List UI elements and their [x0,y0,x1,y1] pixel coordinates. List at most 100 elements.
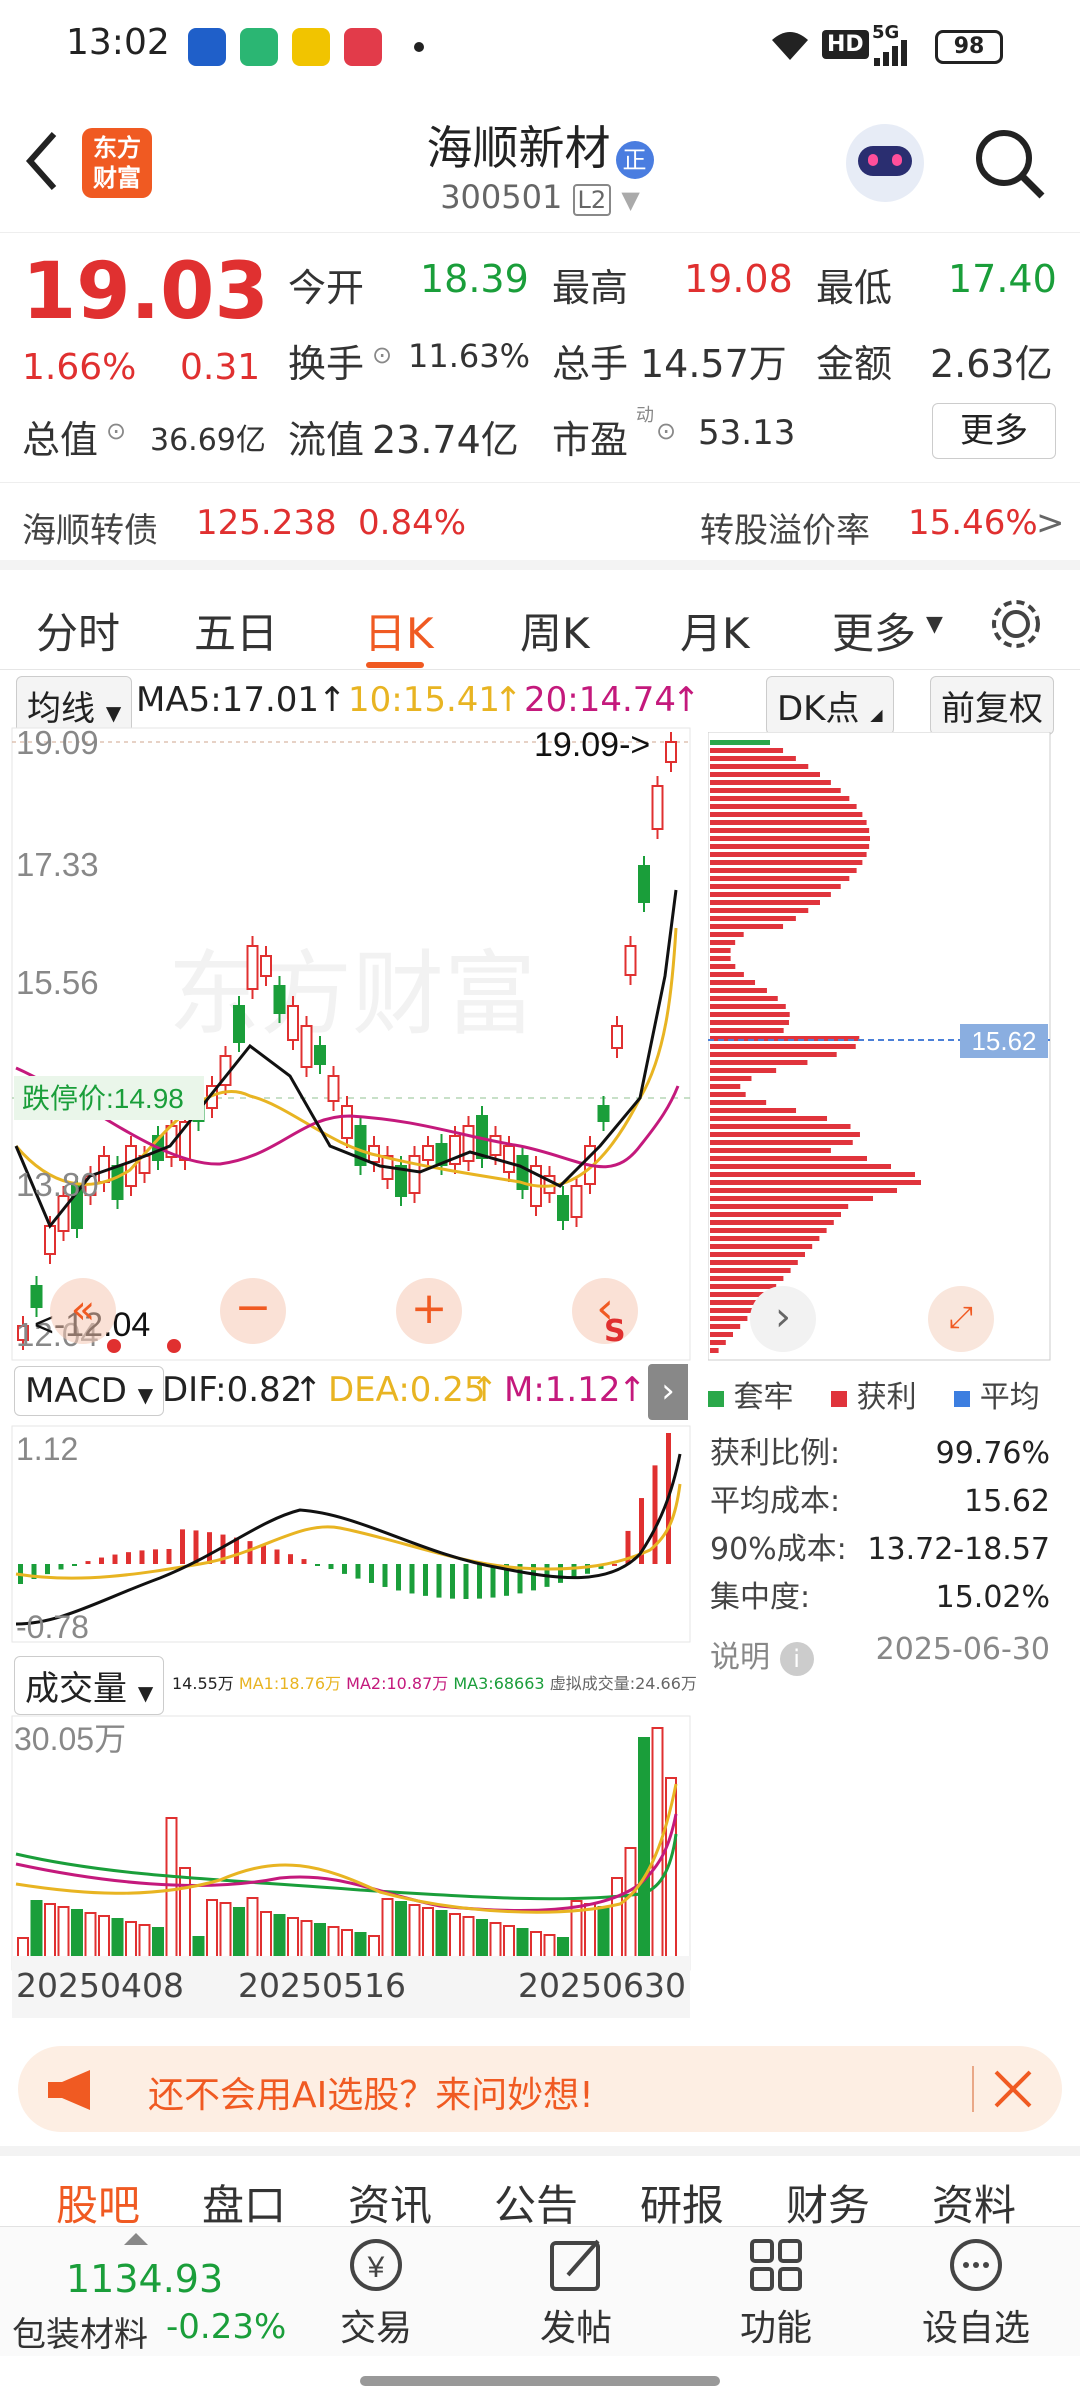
chevron-down-icon: ▼ [621,186,640,214]
add-watchlist-button[interactable]: 设自选 [906,2235,1046,2351]
low-value: 17.40 [948,257,1057,301]
signal-dot [107,1339,121,1353]
info-icon[interactable]: ⊙ [372,341,392,369]
chip-bar [710,828,870,833]
chart-area: 均线 ▼ MA5:17.01 ↑ 10:15.41 ↑ 20:14.74 ↑ D… [0,672,1080,2028]
chip-bar [710,1084,741,1089]
macd-bar [126,1552,131,1564]
macd-bar [301,1559,307,1564]
close-icon[interactable] [992,2068,1034,2110]
open-value: 18.39 [420,257,529,301]
legend-profit: 获利 [856,1380,917,1415]
status-bar: 13:02 HD 5G 98 [0,0,1080,96]
chip-bar [710,916,796,921]
tab-announcements[interactable]: 公告 [494,2172,578,2233]
premium-label: 转股溢价率 [700,511,870,551]
chip-bar [710,980,756,985]
volume-selector[interactable]: 成交量 ▼ [14,1656,165,1715]
chip-bar [710,924,784,929]
zoom-out-button[interactable]: − [220,1278,286,1344]
chip-distribution-chart[interactable]: 15.62 [708,732,1052,1362]
hd-icon: HD [822,30,869,59]
ai-promo-banner[interactable]: 还不会用AI选股？来问妙想! [18,2046,1062,2132]
chip-bar [710,868,857,873]
bottom-toolbar: 1134.93 包装材料 -0.23% ¥ 交易 发帖 功能 设自选 [0,2226,1080,2356]
dk-point-button[interactable]: DK点 ◢ [766,676,894,735]
tab-daily-k[interactable]: 日K [364,600,434,661]
sector-index-value[interactable]: 1134.93 [66,2257,223,2301]
tab-intraday[interactable]: 分时 [36,600,120,661]
tab-news[interactable]: 资讯 [348,2172,432,2233]
gear-icon[interactable] [988,596,1044,652]
features-button[interactable]: 功能 [706,2235,846,2351]
bond-price: 125.238 [196,503,337,543]
macd-selector[interactable]: MACD ▼ [14,1366,165,1416]
macd-bottom-label: -0.78 [16,1609,89,1644]
chip-bar [710,1228,827,1233]
chip-bar [710,1316,748,1321]
volume-chart[interactable]: 30.05万 [0,1714,700,1974]
volume-selector-label: 成交量 [25,1669,127,1709]
scroll-left-button[interactable]: « [50,1278,116,1344]
chip-bar [710,1276,784,1281]
candle-body [557,1195,569,1221]
zoom-in-button[interactable]: + [396,1278,462,1344]
chip-bar [710,852,867,857]
macd-bar [58,1564,64,1570]
candle-body [300,1025,313,1068]
chip-stat-row: 平均成本: 15.62 [710,1478,1050,1526]
amount-label: 金额 [816,342,893,386]
robot-assistant-icon[interactable] [846,124,924,202]
tab-profile[interactable]: 资料 [932,2172,1016,2233]
candle-body [233,1005,245,1043]
signal-icon [874,40,907,66]
more-dots-icon [950,2239,1002,2291]
chip-bar [710,1076,752,1081]
tab-financials[interactable]: 财务 [786,2172,870,2233]
info-icon[interactable]: ⊙ [106,417,126,445]
ma10-value: 10:15.41 [348,680,501,720]
chip-bar [710,1108,797,1113]
volume-bar [165,1817,178,1969]
macd-bar [342,1564,347,1574]
candle-body [651,785,664,830]
low-label: 最低 [816,266,893,310]
search-icon[interactable] [972,126,1048,202]
chip-bar [710,972,744,977]
macd-bar [288,1554,293,1564]
macd-top-label: 1.12 [16,1431,78,1467]
features-label: 功能 [739,2308,812,2349]
tab-weekly-k[interactable]: 周K [520,600,590,661]
adjust-button[interactable]: 前复权 [930,676,1054,735]
tab-research[interactable]: 研报 [640,2172,724,2233]
chevron-up-icon [124,2233,148,2245]
market-cap-value: 36.69亿 [150,423,266,458]
tab-more[interactable]: 更多 [832,600,916,661]
legend-swatch-average [954,1390,971,1407]
macd-bar [490,1564,496,1598]
tab-monthly-k[interactable]: 月K [680,600,750,661]
tab-forum[interactable]: 股吧 [56,2172,140,2233]
chevron-right-icon: > [1036,503,1065,543]
chip-stat-row: 获利比例: 99.76% [710,1430,1050,1478]
info-icon[interactable]: ⊙ [656,417,676,445]
more-notifications-icon [414,42,424,52]
tab-order-book[interactable]: 盘口 [202,2172,286,2233]
chevron-right-icon[interactable]: › [750,1286,816,1352]
more-button[interactable]: 更多 [932,403,1056,459]
candle-body [489,1135,502,1156]
collapse-panel-button[interactable]: › [648,1364,688,1420]
trade-button[interactable]: ¥ 交易 [306,2235,446,2351]
sector-name[interactable]: 包装材料 [12,2307,148,2356]
chevron-down-icon: ▼ [105,701,122,725]
convertible-bond-row[interactable]: 海顺转债 125.238 0.84% 转股溢价率 15.46% > [0,482,1080,560]
macd-bar [112,1554,118,1564]
macd-chart[interactable]: 1.12 -0.78 [0,1424,700,1644]
tab-five-day[interactable]: 五日 [194,600,278,661]
post-button[interactable]: 发帖 [506,2235,646,2351]
chip-bar [710,956,731,961]
chip-bar [710,1324,741,1329]
chip-note-row[interactable]: 说明 i 2025-06-30 [710,1632,1050,1676]
expand-icon[interactable]: ⤢ [928,1286,994,1352]
volume-current: 14.55万 [172,1674,234,1693]
